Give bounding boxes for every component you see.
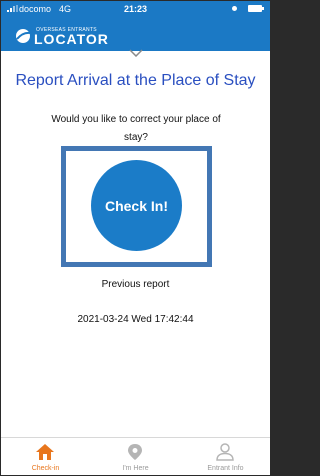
tab-label: Entrant Info (207, 465, 244, 472)
person-icon (216, 443, 234, 461)
bottom-tab-bar: Check-in I'm Here Entrant Info (1, 437, 270, 475)
logo-title: LOCATOR (34, 31, 109, 47)
tab-label: I'm Here (122, 465, 149, 472)
app-bar: OVERSEAS ENTRANTS LOCATOR (1, 17, 270, 51)
correction-question: Would you like to correct your place of … (51, 114, 221, 143)
location-status-icon (232, 6, 237, 11)
phone-screen: docomo 4G 21:23 OVERSEAS ENTRANTS LOCATO… (1, 1, 270, 475)
tab-im-here[interactable]: I'm Here (91, 438, 180, 475)
location-pin-icon (128, 444, 142, 460)
tab-entrant-info[interactable]: Entrant Info (181, 438, 270, 475)
status-clock: 21:23 (123, 4, 148, 14)
tab-check-in[interactable]: Check-in (1, 438, 90, 475)
tab-label: Check-in (31, 465, 60, 472)
battery-icon (248, 5, 264, 12)
status-bar: docomo 4G 21:23 (1, 1, 270, 17)
check-in-button[interactable]: Check In! (91, 160, 182, 251)
logo-icon (16, 29, 31, 43)
chevron-down-icon[interactable] (129, 49, 143, 57)
house-icon (36, 444, 54, 460)
page-title: Report Arrival at the Place of Stay (15, 72, 256, 89)
app-header: docomo 4G 21:23 OVERSEAS ENTRANTS LOCATO… (1, 1, 270, 51)
previous-report-label: Previous report (101, 279, 170, 290)
previous-report-timestamp: 2021-03-24 Wed 17:42:44 (77, 314, 194, 325)
